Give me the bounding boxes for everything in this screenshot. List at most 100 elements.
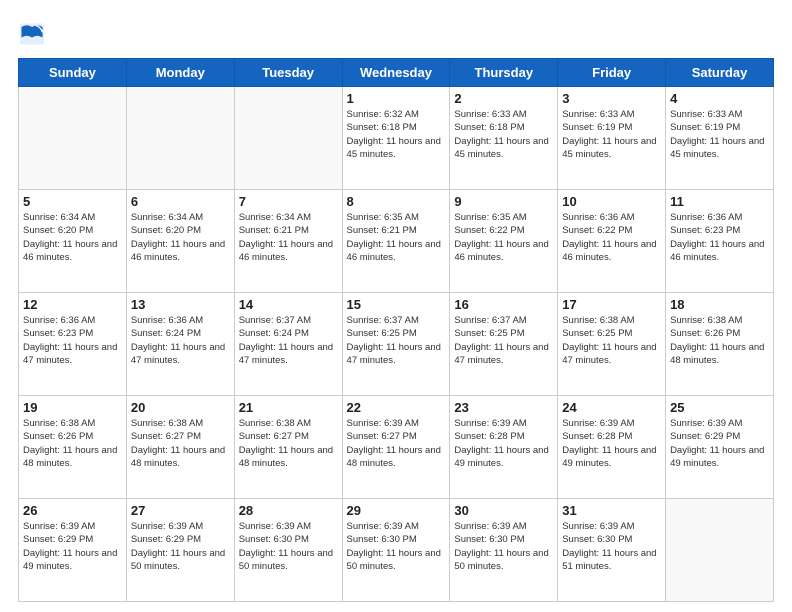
- day-number: 17: [562, 297, 661, 312]
- weekday-header-wednesday: Wednesday: [342, 59, 450, 87]
- day-info: Sunrise: 6:36 AM Sunset: 6:23 PM Dayligh…: [670, 211, 769, 264]
- day-info: Sunrise: 6:36 AM Sunset: 6:23 PM Dayligh…: [23, 314, 122, 367]
- day-info: Sunrise: 6:39 AM Sunset: 6:28 PM Dayligh…: [454, 417, 553, 470]
- weekday-header-sunday: Sunday: [19, 59, 127, 87]
- calendar-cell: 31 Sunrise: 6:39 AM Sunset: 6:30 PM Dayli…: [558, 499, 666, 602]
- day-number: 27: [131, 503, 230, 518]
- calendar-cell: 22 Sunrise: 6:39 AM Sunset: 6:27 PM Dayli…: [342, 396, 450, 499]
- calendar-cell: 15 Sunrise: 6:37 AM Sunset: 6:25 PM Dayli…: [342, 293, 450, 396]
- day-info: Sunrise: 6:38 AM Sunset: 6:26 PM Dayligh…: [23, 417, 122, 470]
- calendar-cell: 7 Sunrise: 6:34 AM Sunset: 6:21 PM Daylig…: [234, 190, 342, 293]
- day-info: Sunrise: 6:39 AM Sunset: 6:30 PM Dayligh…: [347, 520, 446, 573]
- day-number: 14: [239, 297, 338, 312]
- calendar-cell: 23 Sunrise: 6:39 AM Sunset: 6:28 PM Dayli…: [450, 396, 558, 499]
- calendar-cell: 21 Sunrise: 6:38 AM Sunset: 6:27 PM Dayli…: [234, 396, 342, 499]
- day-number: 22: [347, 400, 446, 415]
- calendar-table: SundayMondayTuesdayWednesdayThursdayFrid…: [18, 58, 774, 602]
- day-info: Sunrise: 6:38 AM Sunset: 6:27 PM Dayligh…: [131, 417, 230, 470]
- calendar-cell: 26 Sunrise: 6:39 AM Sunset: 6:29 PM Dayli…: [19, 499, 127, 602]
- day-number: 29: [347, 503, 446, 518]
- day-number: 11: [670, 194, 769, 209]
- calendar-cell: 6 Sunrise: 6:34 AM Sunset: 6:20 PM Daylig…: [126, 190, 234, 293]
- day-number: 13: [131, 297, 230, 312]
- day-number: 6: [131, 194, 230, 209]
- page: SundayMondayTuesdayWednesdayThursdayFrid…: [0, 0, 792, 612]
- day-info: Sunrise: 6:38 AM Sunset: 6:25 PM Dayligh…: [562, 314, 661, 367]
- day-number: 2: [454, 91, 553, 106]
- day-number: 28: [239, 503, 338, 518]
- logo: [18, 18, 50, 48]
- day-info: Sunrise: 6:39 AM Sunset: 6:28 PM Dayligh…: [562, 417, 661, 470]
- day-info: Sunrise: 6:39 AM Sunset: 6:29 PM Dayligh…: [131, 520, 230, 573]
- day-number: 1: [347, 91, 446, 106]
- day-number: 16: [454, 297, 553, 312]
- day-info: Sunrise: 6:33 AM Sunset: 6:18 PM Dayligh…: [454, 108, 553, 161]
- calendar-cell: 28 Sunrise: 6:39 AM Sunset: 6:30 PM Dayli…: [234, 499, 342, 602]
- calendar-cell: 19 Sunrise: 6:38 AM Sunset: 6:26 PM Dayli…: [19, 396, 127, 499]
- day-info: Sunrise: 6:39 AM Sunset: 6:27 PM Dayligh…: [347, 417, 446, 470]
- calendar-cell: [19, 87, 127, 190]
- day-info: Sunrise: 6:34 AM Sunset: 6:20 PM Dayligh…: [23, 211, 122, 264]
- calendar-cell: 25Sunrise: 6:39 AM Sunset: 6:29 PM Dayli…: [666, 396, 774, 499]
- day-number: 12: [23, 297, 122, 312]
- calendar-cell: 27 Sunrise: 6:39 AM Sunset: 6:29 PM Dayli…: [126, 499, 234, 602]
- calendar-cell: 14Sunrise: 6:37 AM Sunset: 6:24 PM Dayli…: [234, 293, 342, 396]
- day-info: Sunrise: 6:34 AM Sunset: 6:20 PM Dayligh…: [131, 211, 230, 264]
- weekday-header-monday: Monday: [126, 59, 234, 87]
- calendar-cell: 1 Sunrise: 6:32 AM Sunset: 6:18 PM Daylig…: [342, 87, 450, 190]
- day-info: Sunrise: 6:36 AM Sunset: 6:22 PM Dayligh…: [562, 211, 661, 264]
- calendar-week-5: 26 Sunrise: 6:39 AM Sunset: 6:29 PM Dayli…: [19, 499, 774, 602]
- day-number: 24: [562, 400, 661, 415]
- calendar-cell: 20Sunrise: 6:38 AM Sunset: 6:27 PM Dayli…: [126, 396, 234, 499]
- day-number: 25: [670, 400, 769, 415]
- calendar-cell: 29 Sunrise: 6:39 AM Sunset: 6:30 PM Dayli…: [342, 499, 450, 602]
- calendar-cell: 8 Sunrise: 6:35 AM Sunset: 6:21 PM Daylig…: [342, 190, 450, 293]
- day-info: Sunrise: 6:35 AM Sunset: 6:22 PM Dayligh…: [454, 211, 553, 264]
- calendar-cell: 2 Sunrise: 6:33 AM Sunset: 6:18 PM Daylig…: [450, 87, 558, 190]
- calendar-cell: 18Sunrise: 6:38 AM Sunset: 6:26 PM Dayli…: [666, 293, 774, 396]
- day-info: Sunrise: 6:37 AM Sunset: 6:25 PM Dayligh…: [347, 314, 446, 367]
- day-info: Sunrise: 6:38 AM Sunset: 6:27 PM Dayligh…: [239, 417, 338, 470]
- day-number: 23: [454, 400, 553, 415]
- calendar-cell: 13 Sunrise: 6:36 AM Sunset: 6:24 PM Dayli…: [126, 293, 234, 396]
- day-number: 5: [23, 194, 122, 209]
- header: [18, 18, 774, 48]
- calendar-cell: 5 Sunrise: 6:34 AM Sunset: 6:20 PM Daylig…: [19, 190, 127, 293]
- day-info: Sunrise: 6:36 AM Sunset: 6:24 PM Dayligh…: [131, 314, 230, 367]
- day-number: 21: [239, 400, 338, 415]
- day-info: Sunrise: 6:32 AM Sunset: 6:18 PM Dayligh…: [347, 108, 446, 161]
- day-number: 30: [454, 503, 553, 518]
- day-number: 26: [23, 503, 122, 518]
- day-number: 4: [670, 91, 769, 106]
- day-info: Sunrise: 6:34 AM Sunset: 6:21 PM Dayligh…: [239, 211, 338, 264]
- day-info: Sunrise: 6:33 AM Sunset: 6:19 PM Dayligh…: [670, 108, 769, 161]
- day-number: 8: [347, 194, 446, 209]
- day-number: 10: [562, 194, 661, 209]
- day-info: Sunrise: 6:35 AM Sunset: 6:21 PM Dayligh…: [347, 211, 446, 264]
- calendar-cell: 4 Sunrise: 6:33 AM Sunset: 6:19 PM Daylig…: [666, 87, 774, 190]
- calendar-cell: [234, 87, 342, 190]
- calendar-cell: 10 Sunrise: 6:36 AM Sunset: 6:22 PM Dayli…: [558, 190, 666, 293]
- day-info: Sunrise: 6:39 AM Sunset: 6:30 PM Dayligh…: [562, 520, 661, 573]
- weekday-header-friday: Friday: [558, 59, 666, 87]
- calendar-cell: 24 Sunrise: 6:39 AM Sunset: 6:28 PM Dayli…: [558, 396, 666, 499]
- day-info: Sunrise: 6:39 AM Sunset: 6:30 PM Dayligh…: [239, 520, 338, 573]
- day-number: 7: [239, 194, 338, 209]
- calendar-cell: 12 Sunrise: 6:36 AM Sunset: 6:23 PM Dayli…: [19, 293, 127, 396]
- day-number: 15: [347, 297, 446, 312]
- day-info: Sunrise: 6:39 AM Sunset: 6:30 PM Dayligh…: [454, 520, 553, 573]
- day-number: 3: [562, 91, 661, 106]
- calendar-week-1: 1 Sunrise: 6:32 AM Sunset: 6:18 PM Daylig…: [19, 87, 774, 190]
- calendar-cell: 30 Sunrise: 6:39 AM Sunset: 6:30 PM Dayli…: [450, 499, 558, 602]
- calendar-cell: [126, 87, 234, 190]
- day-info: Sunrise: 6:39 AM Sunset: 6:29 PM Dayligh…: [23, 520, 122, 573]
- day-number: 19: [23, 400, 122, 415]
- day-number: 18: [670, 297, 769, 312]
- calendar-cell: 17 Sunrise: 6:38 AM Sunset: 6:25 PM Dayli…: [558, 293, 666, 396]
- day-info: Sunrise: 6:37 AM Sunset: 6:25 PM Dayligh…: [454, 314, 553, 367]
- day-number: 9: [454, 194, 553, 209]
- weekday-header-row: SundayMondayTuesdayWednesdayThursdayFrid…: [19, 59, 774, 87]
- day-info: Sunrise: 6:33 AM Sunset: 6:19 PM Dayligh…: [562, 108, 661, 161]
- day-number: 31: [562, 503, 661, 518]
- calendar-cell: [666, 499, 774, 602]
